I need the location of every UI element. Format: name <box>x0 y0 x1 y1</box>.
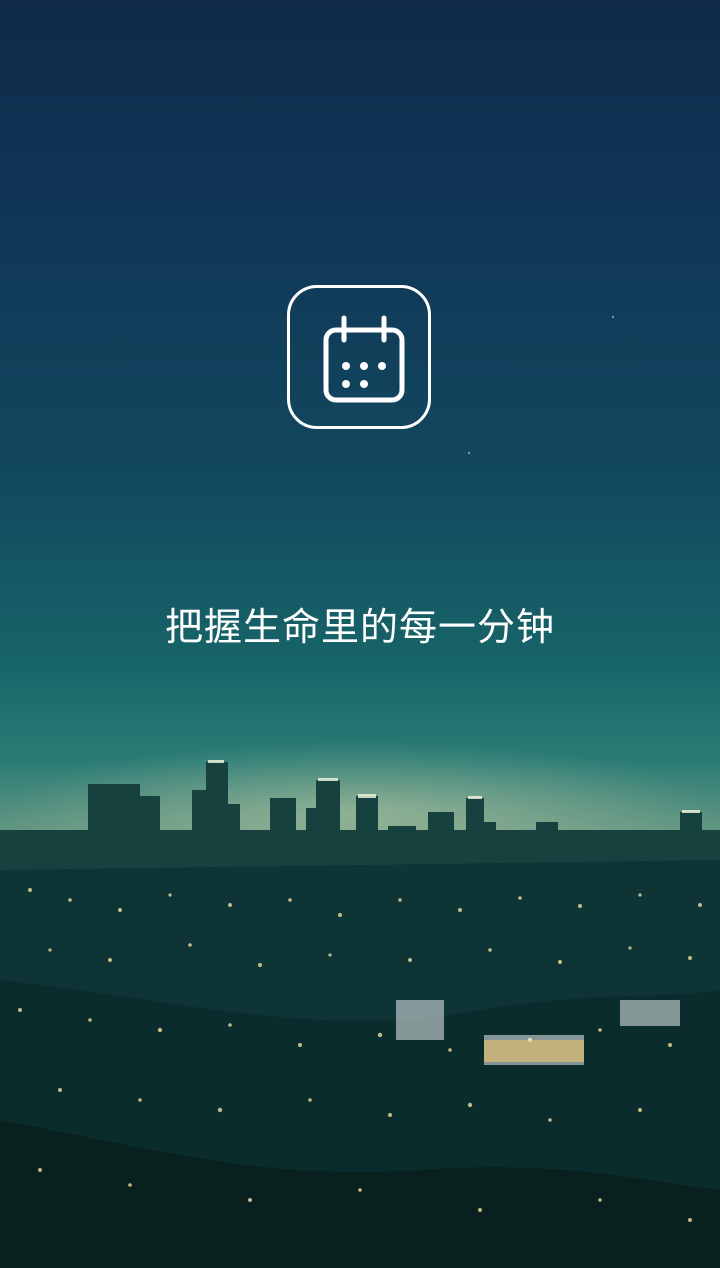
app-logo <box>287 285 431 429</box>
splash-screen: 把握生命里的每一分钟 <box>0 0 720 1268</box>
calendar-icon <box>323 315 405 403</box>
slogan-text: 把握生命里的每一分钟 <box>164 605 555 649</box>
